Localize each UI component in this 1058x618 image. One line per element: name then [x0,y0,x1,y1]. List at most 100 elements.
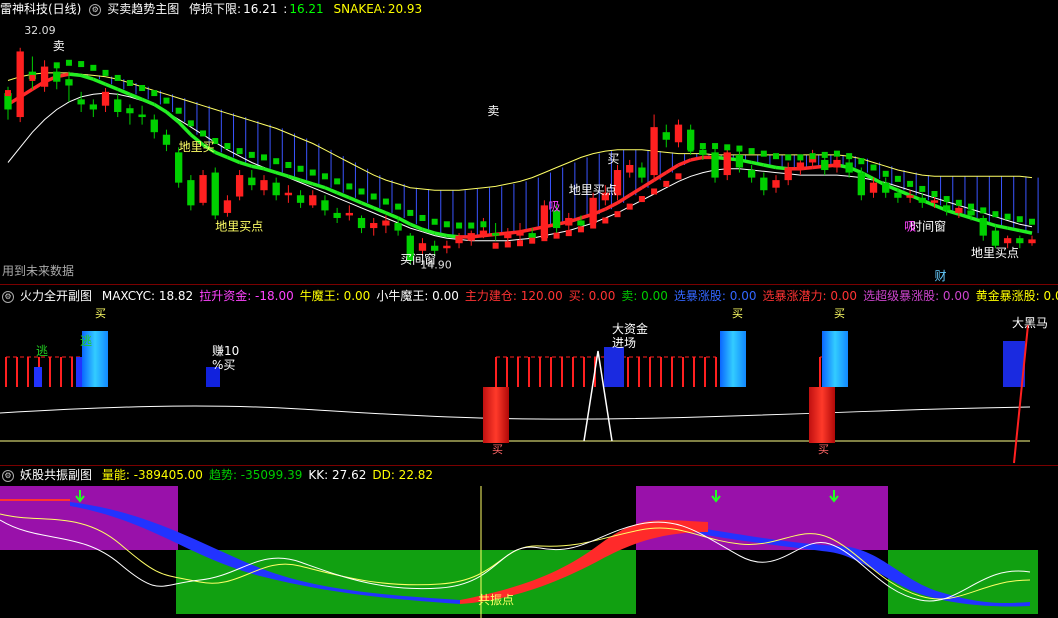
trend-square [187,120,194,127]
candle-body [540,205,549,239]
snake-segment [214,150,229,160]
trend-square [5,90,11,97]
percent-buy-label: %买 [212,358,235,372]
trend-square [687,145,694,152]
candle-body [284,192,293,196]
fire-value-7: 选暴涨股: 0.00 [673,289,757,303]
trend-square [321,173,328,180]
blue-bar [34,367,42,387]
candle-body [223,200,232,213]
snake-segment [263,167,277,175]
candle-body [1016,238,1024,244]
trend-square [565,230,572,237]
settings-gear-icon-2[interactable]: ⚙ [2,290,14,303]
snake-segment [80,73,94,81]
candle-body [735,154,744,168]
trend-square [760,150,767,157]
trend-square [590,222,597,229]
trend-square [200,130,207,137]
stock-title[interactable]: 雷神科技(日线) [0,2,81,16]
candle-body [77,99,85,105]
trend-square [309,169,316,176]
candle-body [101,91,110,106]
snake-segment [360,201,375,210]
snake-segment [141,97,155,107]
candle-body [260,180,268,191]
trend-square [346,183,353,190]
fire-title[interactable]: 火力全开副图 [20,289,92,303]
escape-label-1: 逃 [36,344,48,358]
candle-body [638,167,646,178]
earn-label: 赚10 [212,343,239,358]
trend-square [907,180,914,187]
snake-segment [153,102,168,114]
buy-label-3: 买 [834,307,845,320]
indicator-name[interactable]: 买卖趋势主图 [107,2,179,16]
trend-square [748,148,755,155]
candle-body [894,192,902,198]
sub-chart-resonance-pane[interactable]: ⚙ 妖股共振副图 量能: -389405.00 趋势: -35099.39 KK: 2… [0,466,1058,618]
sub-chart-fire-pane[interactable]: ⚙ 火力全开副图 MAXCYC: 18.82 拉升资金: -18.00 牛魔王: 0.… [0,285,1058,465]
settings-gear-icon-3[interactable]: ⚙ [2,469,14,482]
fire-indicator-chart[interactable]: 买买买买 买逃逃赚10%买大资金进场大黑马 [0,305,1058,465]
trend-square [285,161,292,168]
fire-value-1: 拉升资金: -18.00 [199,289,294,303]
candle-body [650,127,658,176]
absorb-label-2: 吸 [904,220,916,234]
resonance-value-1: 趋势: -35099.39 [208,468,303,482]
candle-body [296,195,305,203]
buy-marker: 买 [607,152,619,166]
candle-body [248,177,256,186]
snake-segment [312,182,326,190]
trend-square [456,222,463,229]
candle-body [333,212,341,218]
candle-body [150,119,158,133]
trend-square [919,185,926,192]
candle-body [443,245,451,249]
candle-body [723,152,731,176]
trend-square [797,154,804,161]
trend-square [492,242,499,249]
ground-buy-label-3: 地里买点 [569,183,617,197]
trend-square [968,203,975,210]
trend-square [882,170,889,177]
resonance-value-3: DD: 22.82 [372,468,434,482]
buy-label-2: 买 [732,307,743,320]
resonance-indicator-chart[interactable]: 共振点 [0,484,1058,618]
resonance-title[interactable]: 妖股共振副图 [20,468,92,482]
snake-segment [1019,228,1033,235]
future-data-note: 用到未来数据 [2,264,75,278]
trend-square [675,173,682,180]
trend-square [992,211,999,218]
fire-value-8: 选暴涨潜力: 0.00 [762,289,858,303]
trend-square [1004,213,1011,220]
candle-body [857,172,865,196]
trend-square [443,221,450,228]
fire-value-6: 卖: 0.00 [621,289,668,303]
trend-square [407,209,414,216]
trend-square [712,143,719,150]
sell-marker: 卖 [53,39,65,53]
candlestick-chart[interactable]: 32.0914.90卖卖买地里买地里买点地里买点地里买点买间窗时间窗吸吸财 [0,18,1058,284]
snake-segment [995,223,1008,230]
trend-square [102,69,109,76]
trend-square [663,180,670,187]
trend-square [1016,216,1023,223]
candle-body [309,195,317,206]
candle-body [1028,239,1036,244]
main-chart-pane[interactable]: 雷神科技(日线) ⚙ 买卖趋势主图 停损下限: 16.21 :16.21 SNAKE… [0,0,1058,284]
candle-body [662,132,670,140]
trend-square [541,235,548,242]
settings-gear-icon[interactable]: ⚙ [89,3,102,16]
candle-body [906,195,914,198]
snake-segment [239,160,253,168]
trend-square [614,211,621,218]
trend-square [175,107,182,114]
candle-body [321,200,329,211]
fire-values: MAXCYC: 18.82 拉升资金: -18.00 牛魔王: 0.00 小牛魔王: … [102,289,1058,303]
fire-value-5: 买: 0.00 [568,289,616,303]
buy-label-1: 买 [95,307,106,320]
candle-body [869,182,878,193]
candle-body [589,197,597,224]
snake-segment [68,72,82,78]
